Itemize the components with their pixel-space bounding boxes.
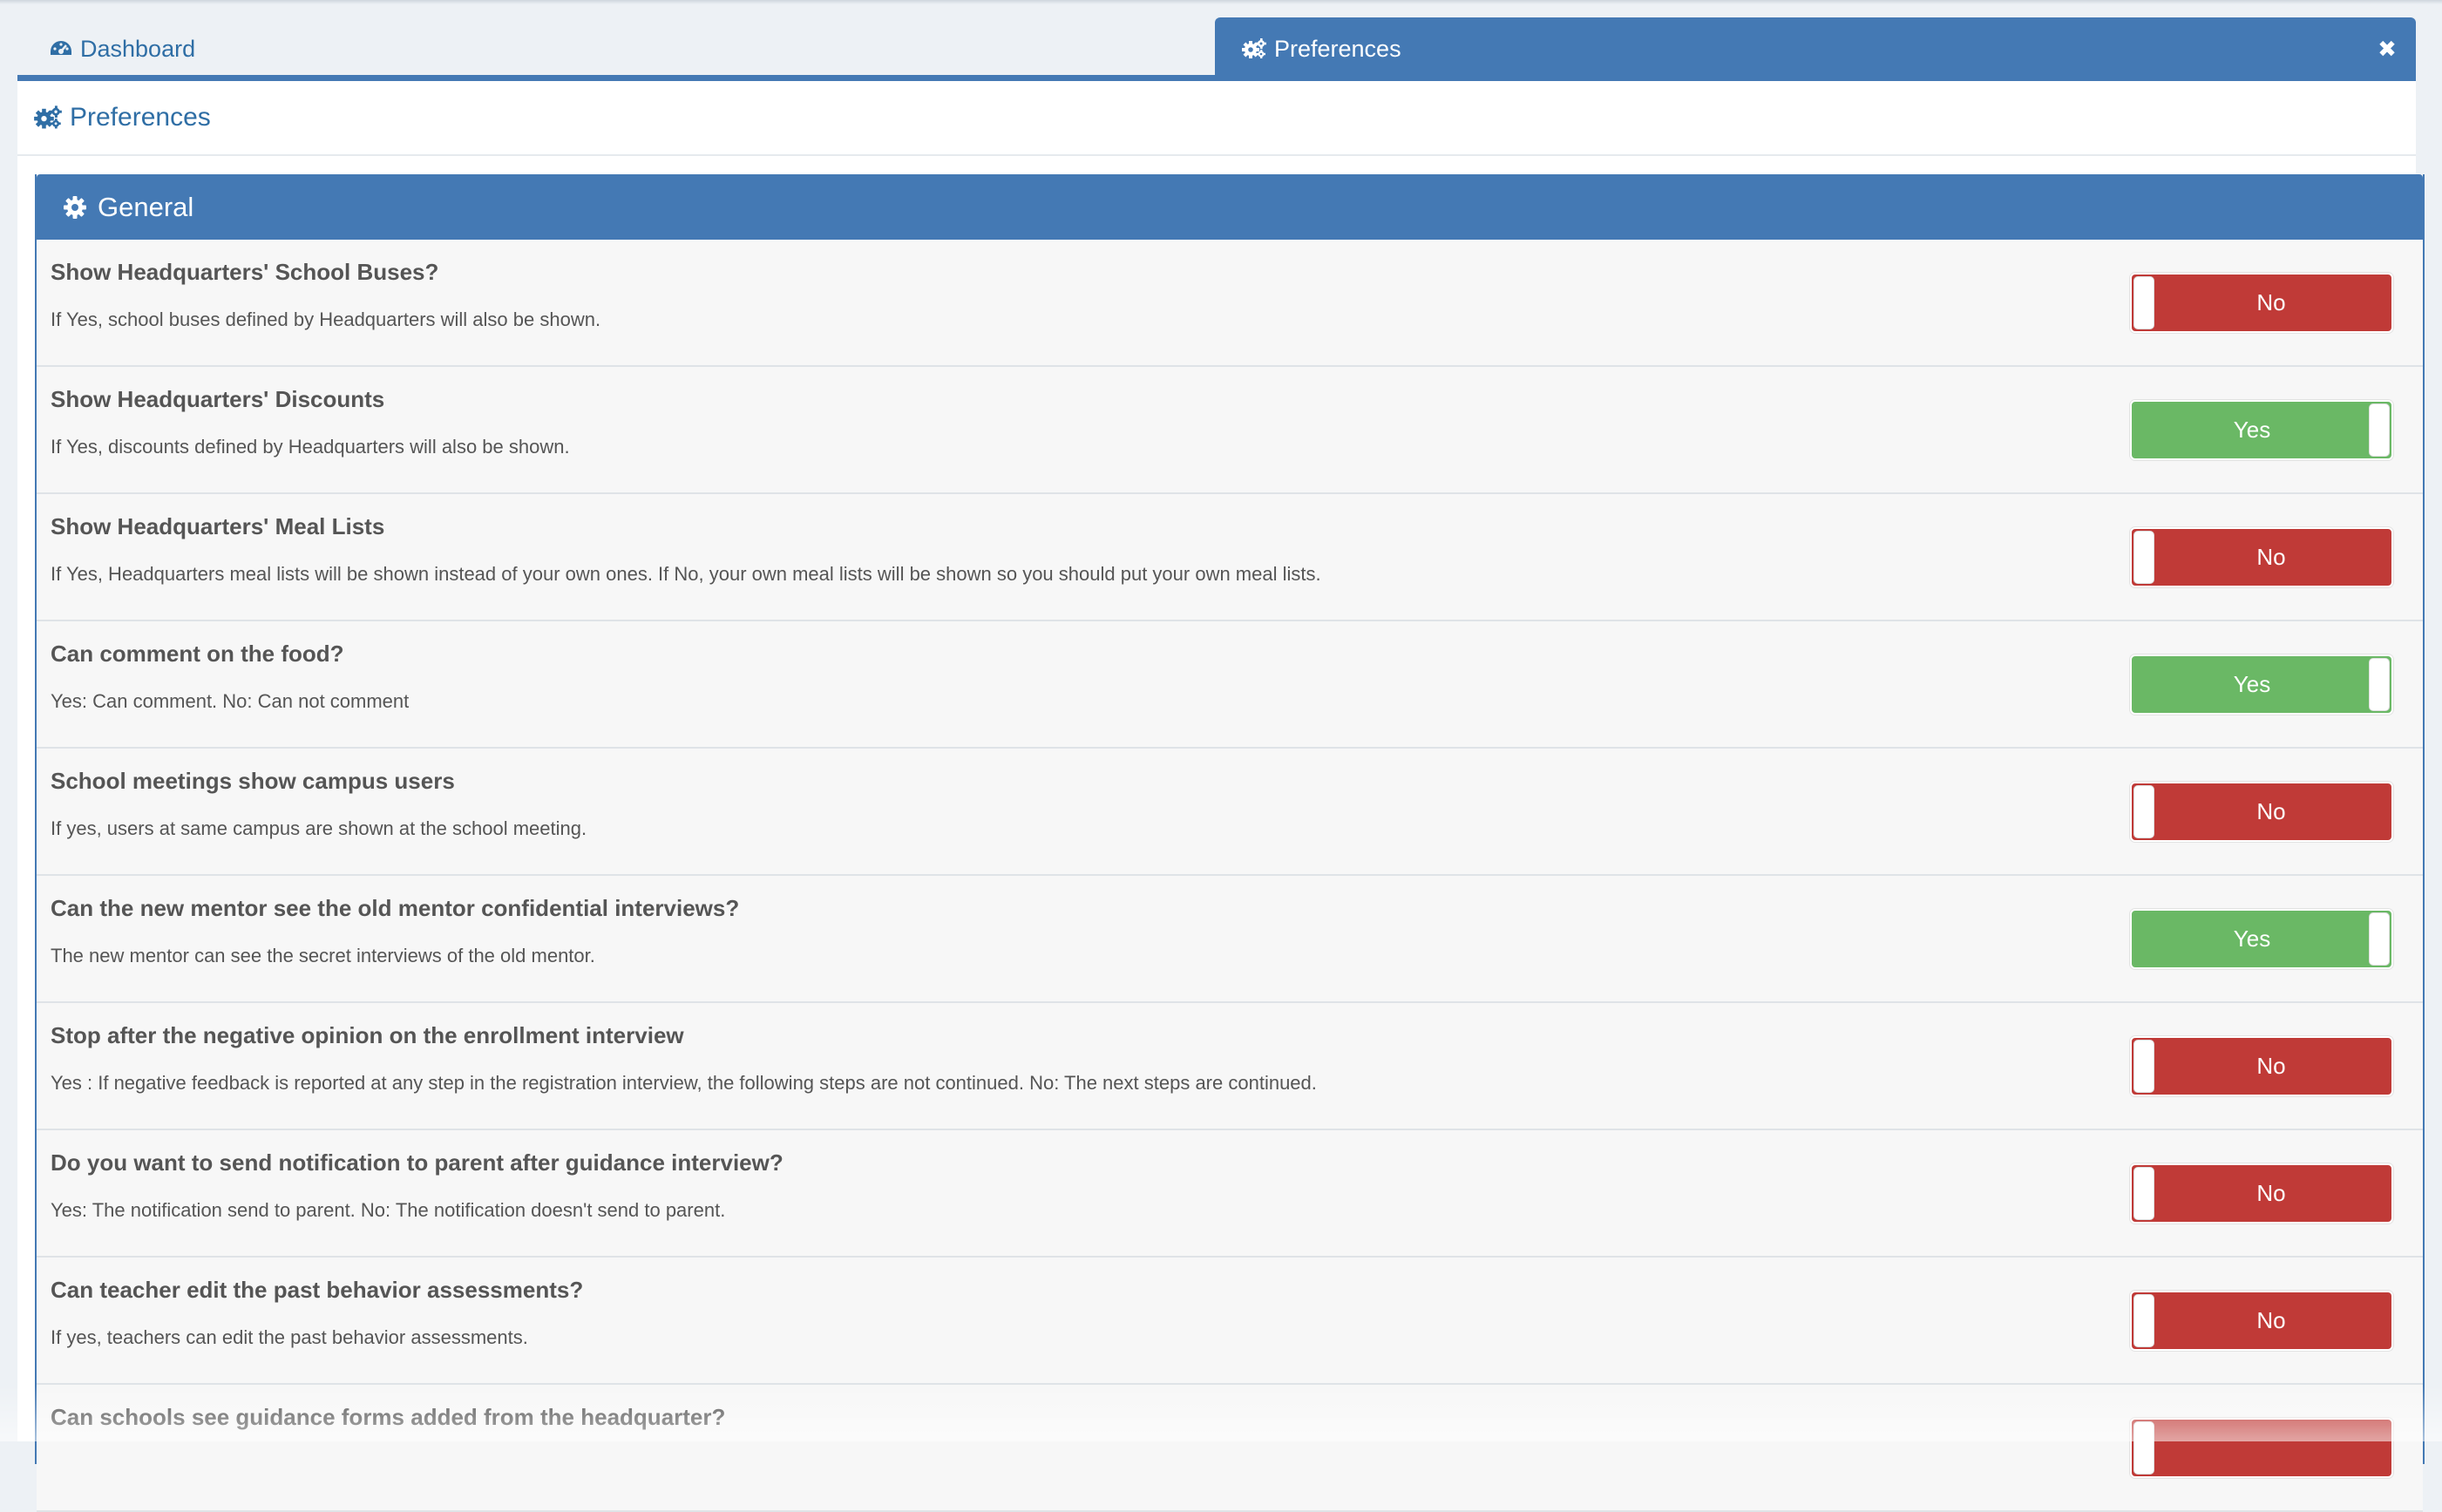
toggle-label: No: [2256, 289, 2286, 315]
toggle-knob[interactable]: [2133, 1167, 2154, 1220]
tab-bar: Dashboard Preferences ✖: [17, 17, 2416, 82]
close-icon[interactable]: ✖: [2376, 37, 2398, 60]
gear-icon: [63, 195, 87, 220]
setting-row: Can the new mentor see the old mentor co…: [37, 876, 2423, 1003]
toggle-label: Yes: [2233, 417, 2271, 443]
toggle-knob[interactable]: [2133, 1294, 2154, 1347]
setting-title: School meetings show campus users: [51, 768, 455, 794]
setting-row: Can comment on the food? Yes: Can comment…: [37, 621, 2423, 749]
toggle-knob[interactable]: [2133, 785, 2154, 838]
toggle-label: Yes: [2233, 671, 2271, 697]
settings-list: Show Headquarters' School Buses? If Yes, …: [37, 240, 2423, 1512]
toggle-knob[interactable]: [2133, 1040, 2154, 1093]
setting-toggle[interactable]: No: [2129, 781, 2394, 843]
setting-row: Show Headquarters' Meal Lists If Yes, Hea…: [37, 494, 2423, 621]
tab-underline: [17, 75, 2416, 81]
setting-description: The new mentor can see the secret interv…: [51, 945, 595, 966]
setting-row: Show Headquarters' School Buses? If Yes, …: [37, 240, 2423, 367]
setting-description: If Yes, discounts defined by Headquarter…: [51, 436, 570, 458]
setting-row: Do you want to send notification to pare…: [37, 1130, 2423, 1258]
setting-description: Yes: Can comment. No: Can not comment: [51, 690, 410, 712]
toggle-label: No: [2256, 1307, 2286, 1333]
cogs-icon: [1241, 37, 1267, 60]
toggle-label: No: [2256, 1053, 2286, 1079]
page-content: General Show Headquarters' School Buses?…: [17, 156, 2425, 1512]
page-title: Preferences: [70, 103, 211, 132]
tab-dashboard-label: Dashboard: [80, 35, 196, 62]
setting-toggle[interactable]: No: [2129, 1290, 2394, 1352]
toggle-knob[interactable]: [2369, 658, 2390, 711]
setting-toggle[interactable]: Yes: [2129, 908, 2394, 970]
setting-row: Show Headquarters' Discounts If Yes, disc…: [37, 367, 2423, 494]
setting-toggle[interactable]: No: [2129, 526, 2394, 588]
setting-title: Show Headquarters' School Buses?: [51, 259, 439, 285]
setting-description: If yes, teachers can edit the past behav…: [51, 1326, 528, 1348]
toggle-label: Yes: [2233, 926, 2271, 952]
setting-description: Yes: The notification send to parent. No…: [51, 1199, 726, 1221]
panel-header: General: [37, 174, 2423, 240]
setting-title: Do you want to send notification to pare…: [51, 1149, 783, 1176]
setting-description: If yes, users at same campus are shown a…: [51, 817, 587, 839]
toggle-knob[interactable]: [2133, 1421, 2154, 1475]
tab-dashboard[interactable]: Dashboard: [49, 17, 195, 80]
toggle-knob[interactable]: [2369, 912, 2390, 966]
setting-title: Show Headquarters' Meal Lists: [51, 513, 385, 539]
setting-toggle[interactable]: No: [2129, 272, 2394, 334]
top-shadow: [0, 0, 2442, 4]
setting-toggle[interactable]: No: [2129, 1035, 2394, 1097]
dashboard-icon: [49, 38, 73, 59]
setting-description: If Yes, school buses defined by Headquar…: [51, 309, 601, 330]
general-panel: General Show Headquarters' School Buses?…: [35, 174, 2425, 1512]
tab-preferences[interactable]: Preferences ✖: [1215, 17, 2416, 80]
setting-toggle[interactable]: No: [2129, 1163, 2394, 1224]
toggle-knob[interactable]: [2133, 531, 2154, 584]
toggle-label: No: [2256, 1180, 2286, 1206]
setting-title: Can comment on the food?: [51, 641, 344, 667]
setting-row: Stop after the negative opinion on the e…: [37, 1003, 2423, 1130]
setting-row: School meetings show campus users If yes,…: [37, 749, 2423, 876]
setting-title: Can teacher edit the past behavior asses…: [51, 1277, 584, 1303]
setting-title: Stop after the negative opinion on the e…: [51, 1022, 684, 1048]
setting-row: Can schools see guidance forms added fro…: [37, 1385, 2423, 1512]
setting-toggle[interactable]: [2129, 1417, 2394, 1479]
panel-title: General: [98, 191, 194, 222]
cogs-icon: [33, 105, 63, 131]
toggle-knob[interactable]: [2133, 276, 2154, 329]
setting-description: If Yes, Headquarters meal lists will be …: [51, 563, 1321, 585]
setting-title: Can schools see guidance forms added fro…: [51, 1404, 726, 1430]
setting-toggle[interactable]: Yes: [2129, 399, 2394, 461]
setting-toggle[interactable]: Yes: [2129, 654, 2394, 715]
tab-preferences-label: Preferences: [1274, 35, 1401, 62]
setting-row: Can teacher edit the past behavior asses…: [37, 1258, 2423, 1385]
toggle-label: No: [2256, 544, 2286, 570]
toggle-label: No: [2256, 798, 2286, 824]
setting-title: Show Headquarters' Discounts: [51, 386, 385, 412]
setting-description: Yes : If negative feedback is reported a…: [51, 1072, 1317, 1094]
setting-title: Can the new mentor see the old mentor co…: [51, 895, 740, 921]
toggle-knob[interactable]: [2369, 403, 2390, 457]
page-header: Preferences: [17, 81, 2416, 156]
